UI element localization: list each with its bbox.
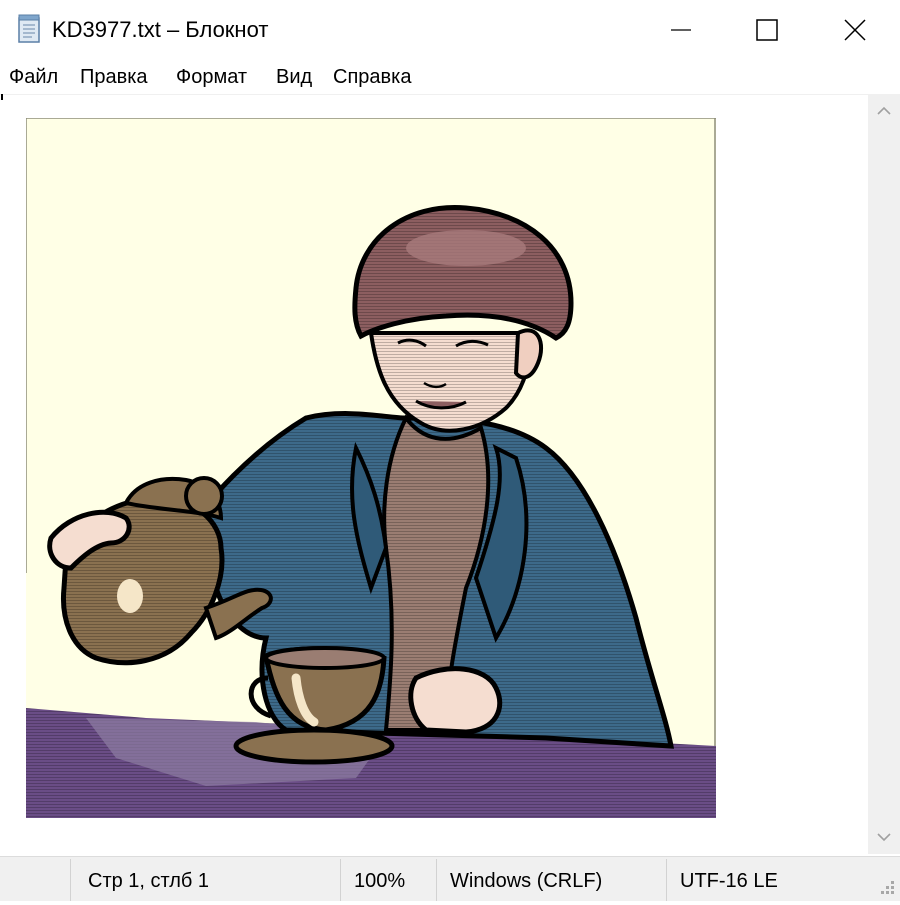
minimize-icon [671, 29, 691, 31]
maximize-icon [756, 19, 778, 41]
menu-file[interactable]: Файл [9, 62, 58, 92]
chevron-up-icon [877, 106, 891, 115]
window-title: KD3977.txt – Блокнот [52, 17, 269, 42]
status-separator [340, 859, 341, 901]
status-separator [436, 859, 437, 901]
menu-help[interactable]: Справка [333, 62, 411, 92]
title-bar: KD3977.txt – Блокнот [0, 0, 900, 60]
teapot-knob [184, 476, 224, 516]
menu-bar: Файл Правка Формат Вид Справка [0, 62, 900, 92]
menu-format[interactable]: Формат [176, 62, 247, 92]
cursor-position: Стр 1, стлб 1 [88, 870, 210, 892]
text-caret [1, 94, 3, 100]
zoom-level: 100% [354, 870, 406, 892]
minimize-button[interactable] [636, 0, 726, 60]
status-bar: Стр 1, стлб 1 100% Windows (CRLF) UTF-16… [0, 856, 900, 901]
close-button[interactable] [810, 0, 900, 60]
maximize-button[interactable] [722, 0, 812, 60]
vertical-scrollbar[interactable] [868, 94, 900, 854]
line-endings: Windows (CRLF) [450, 870, 603, 892]
status-separator [70, 859, 71, 901]
resting-hand [408, 666, 503, 735]
menu-edit[interactable]: Правка [80, 62, 148, 92]
close-icon [844, 19, 866, 41]
status-separator [666, 859, 667, 901]
text-art-illustration [26, 118, 716, 818]
resize-grip-icon[interactable] [878, 878, 896, 896]
saucer [233, 727, 395, 765]
encoding: UTF-16 LE [680, 870, 778, 892]
scroll-down-button[interactable] [868, 820, 900, 854]
notepad-icon [18, 14, 40, 43]
scroll-up-button[interactable] [868, 94, 900, 128]
menu-view[interactable]: Вид [276, 62, 312, 92]
chevron-down-icon [877, 833, 891, 842]
